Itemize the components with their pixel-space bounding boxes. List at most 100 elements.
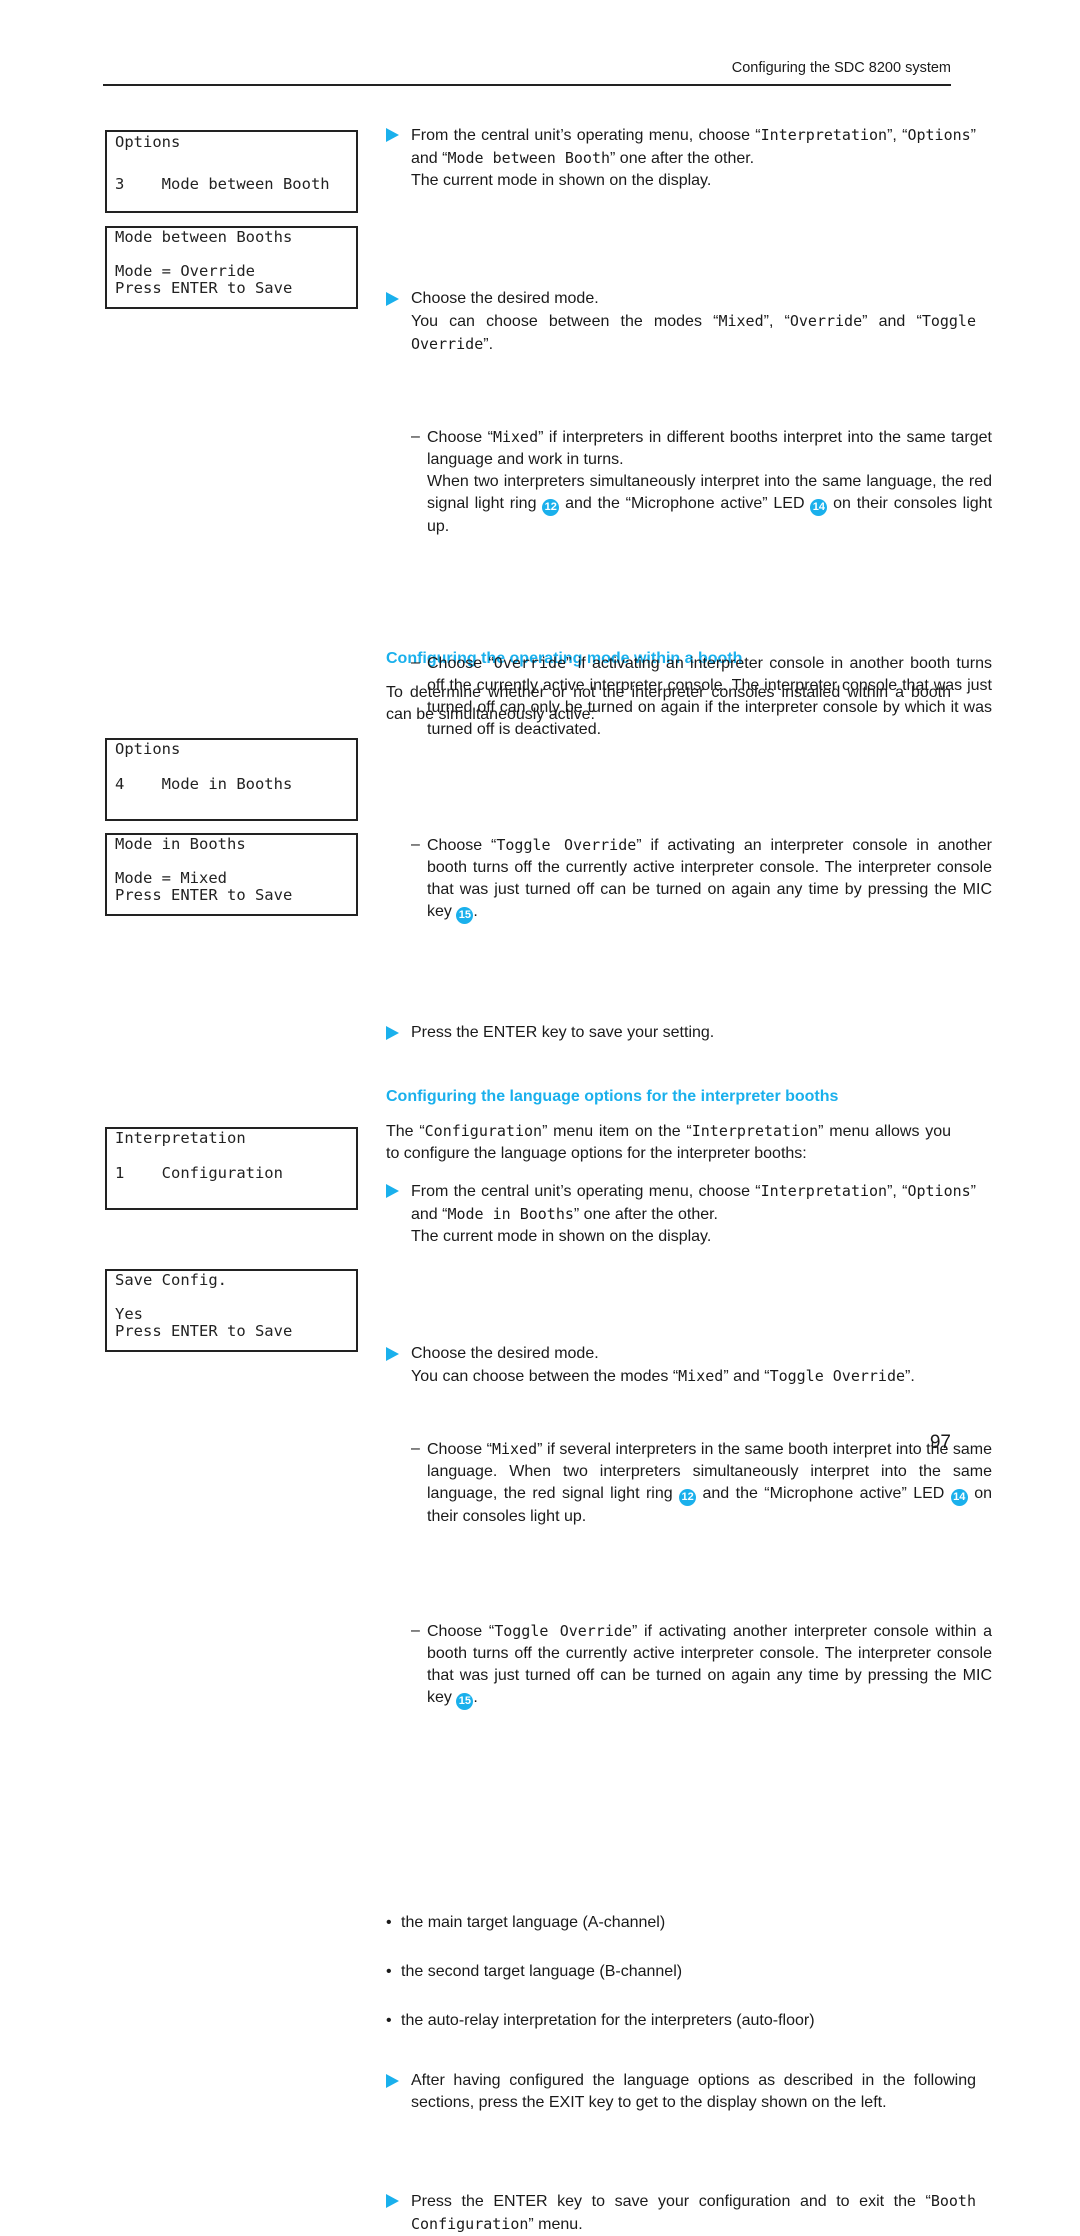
display-term: Override: [493, 654, 567, 672]
instruction-step: After having configured the language opt…: [386, 2070, 976, 2114]
text: ” and “: [723, 1368, 770, 1385]
text: ”.: [905, 1368, 915, 1385]
text: ” menu item on the “: [542, 1123, 692, 1140]
text: The “: [386, 1123, 425, 1140]
display-line: Options: [115, 740, 181, 758]
reference-number-icon: 14: [950, 1489, 968, 1506]
reference-number-icon: 12: [679, 1489, 697, 1506]
display-term: Mode in Booths: [447, 1205, 574, 1223]
instruction-step: Press the ENTER key to save your configu…: [386, 2190, 976, 2236]
text: Choose the desired mode. You can choose b…: [411, 290, 719, 330]
display-term: Interpretation: [760, 126, 888, 144]
text: ”, “: [887, 1183, 908, 1200]
bullet-item: • the main target language (A-channel): [386, 1912, 966, 1934]
display-line: Press ENTER to Save: [115, 1322, 293, 1340]
text: and the “Microphone active” LED: [559, 495, 811, 512]
text: ”.: [483, 336, 494, 353]
instruction-step: Press the ENTER key to save your setting…: [386, 1022, 976, 1044]
option-item: – Choose “Mixed” if interpreters in diffe…: [386, 426, 992, 538]
text: ”, “: [763, 313, 790, 330]
text: Choose “: [427, 1441, 492, 1458]
instruction-step: Choose the desired mode. You can choose b…: [386, 288, 976, 356]
text: ” menu.: [528, 2216, 583, 2233]
text: the main target language (A-channel): [401, 1914, 666, 1931]
display-options-mode-in-booths: Options 4 Mode in Booths: [105, 738, 358, 821]
text: the auto-relay interpretation for the in…: [401, 2012, 815, 2029]
bullet-marker: •: [386, 1963, 392, 1980]
display-line: Mode = Mixed: [115, 869, 227, 887]
display-save-config: Save Config. Yes Press ENTER to Save: [105, 1269, 358, 1352]
reference-number-icon: 14: [810, 499, 828, 516]
step-triangle-icon: [386, 128, 399, 142]
section-heading: Configuring the language options for the…: [386, 1088, 839, 1105]
display-mode-in-booths: Mode in Booths Mode = Mixed Press ENTER …: [105, 833, 358, 916]
display-term: Toggle Override: [769, 1367, 906, 1385]
display-line: Mode in Booths: [115, 835, 246, 853]
step-triangle-icon: [386, 1347, 399, 1361]
text: Choose the desired mode. You can choose b…: [411, 1345, 679, 1385]
text: ”, “: [887, 127, 908, 144]
text: Choose “: [427, 429, 493, 446]
display-line: Mode = Override: [115, 262, 255, 280]
bullet-marker: •: [386, 1914, 392, 1931]
display-term: Configuration: [424, 1122, 543, 1140]
option-item: – Choose “Toggle Override” if activating …: [386, 1620, 992, 1710]
display-term: Interpretation: [760, 1182, 888, 1200]
dash-marker: –: [411, 836, 420, 853]
text: Choose “: [427, 655, 494, 672]
display-term: Mode between Booth: [447, 149, 611, 167]
display-line: Press ENTER to Save: [115, 279, 293, 297]
display-term: Toggle Override: [494, 1622, 632, 1640]
step-triangle-icon: [386, 2194, 399, 2208]
display-line: Yes: [115, 1305, 143, 1323]
running-header: Configuring the SDC 8200 system: [731, 60, 951, 76]
display-line: Options: [115, 133, 181, 151]
text: To determine whether or not the interpre…: [386, 684, 951, 723]
step-triangle-icon: [386, 1184, 399, 1198]
paragraph: To determine whether or not the interpre…: [386, 682, 951, 726]
text: .: [473, 1689, 478, 1706]
option-item: – Choose “Mixed” if several interpreters …: [386, 1438, 992, 1528]
text: ” and “: [862, 313, 922, 330]
text: the second target language (B-channel): [401, 1963, 683, 1980]
display-line: 1 Configuration: [115, 1164, 283, 1182]
display-line: Press ENTER to Save: [115, 886, 293, 904]
text: Press the ENTER key to save your configu…: [411, 2193, 931, 2210]
text: Choose “: [427, 1623, 495, 1640]
display-term: Options: [907, 1182, 971, 1200]
step-triangle-icon: [386, 1026, 399, 1040]
dash-marker: –: [411, 1440, 420, 1457]
display-term: Toggle Override: [496, 836, 637, 854]
manual-page: Configuring the SDC 8200 system Options …: [0, 0, 1080, 2233]
bullet-item: • the second target language (B-channel): [386, 1961, 966, 1983]
display-term: Mixed: [492, 428, 539, 446]
text: Press the ENTER key to save your setting…: [411, 1024, 715, 1041]
bullet-marker: •: [386, 2012, 392, 2029]
display-term: Mixed: [718, 312, 764, 330]
text: After having configured the language opt…: [411, 2072, 976, 2111]
display-line: 3 Mode between Booth: [115, 175, 330, 193]
display-line: Save Config.: [115, 1271, 227, 1289]
option-item: – Choose “Toggle Override” if activating …: [386, 834, 992, 924]
dash-marker: –: [411, 654, 420, 671]
dash-marker: –: [411, 1622, 420, 1639]
reference-number-icon: 12: [542, 499, 560, 516]
display-term: Interpretation: [691, 1122, 819, 1140]
text: Choose “: [427, 837, 497, 854]
display-line: Mode between Booths: [115, 228, 293, 246]
text: From the central unit’s operating menu, …: [411, 1183, 761, 1200]
step-triangle-icon: [386, 292, 399, 306]
instruction-step: Choose the desired mode. You can choose b…: [386, 1343, 976, 1388]
display-options-mode-between-booth: Options 3 Mode between Booth: [105, 130, 358, 213]
display-term: Mixed: [491, 1440, 538, 1458]
text: .: [473, 903, 478, 920]
display-term: Options: [907, 126, 971, 144]
instruction-step: From the central unit’s operating menu, …: [386, 1180, 976, 1248]
reference-number-icon: 15: [456, 1693, 474, 1710]
reference-number-icon: 15: [456, 907, 474, 924]
step-triangle-icon: [386, 2074, 399, 2088]
display-term: Override: [789, 312, 863, 330]
display-term: Mixed: [678, 1367, 724, 1385]
display-line: Interpretation: [115, 1129, 246, 1147]
bullet-item: • the auto-relay interpretation for the i…: [386, 2010, 966, 2032]
